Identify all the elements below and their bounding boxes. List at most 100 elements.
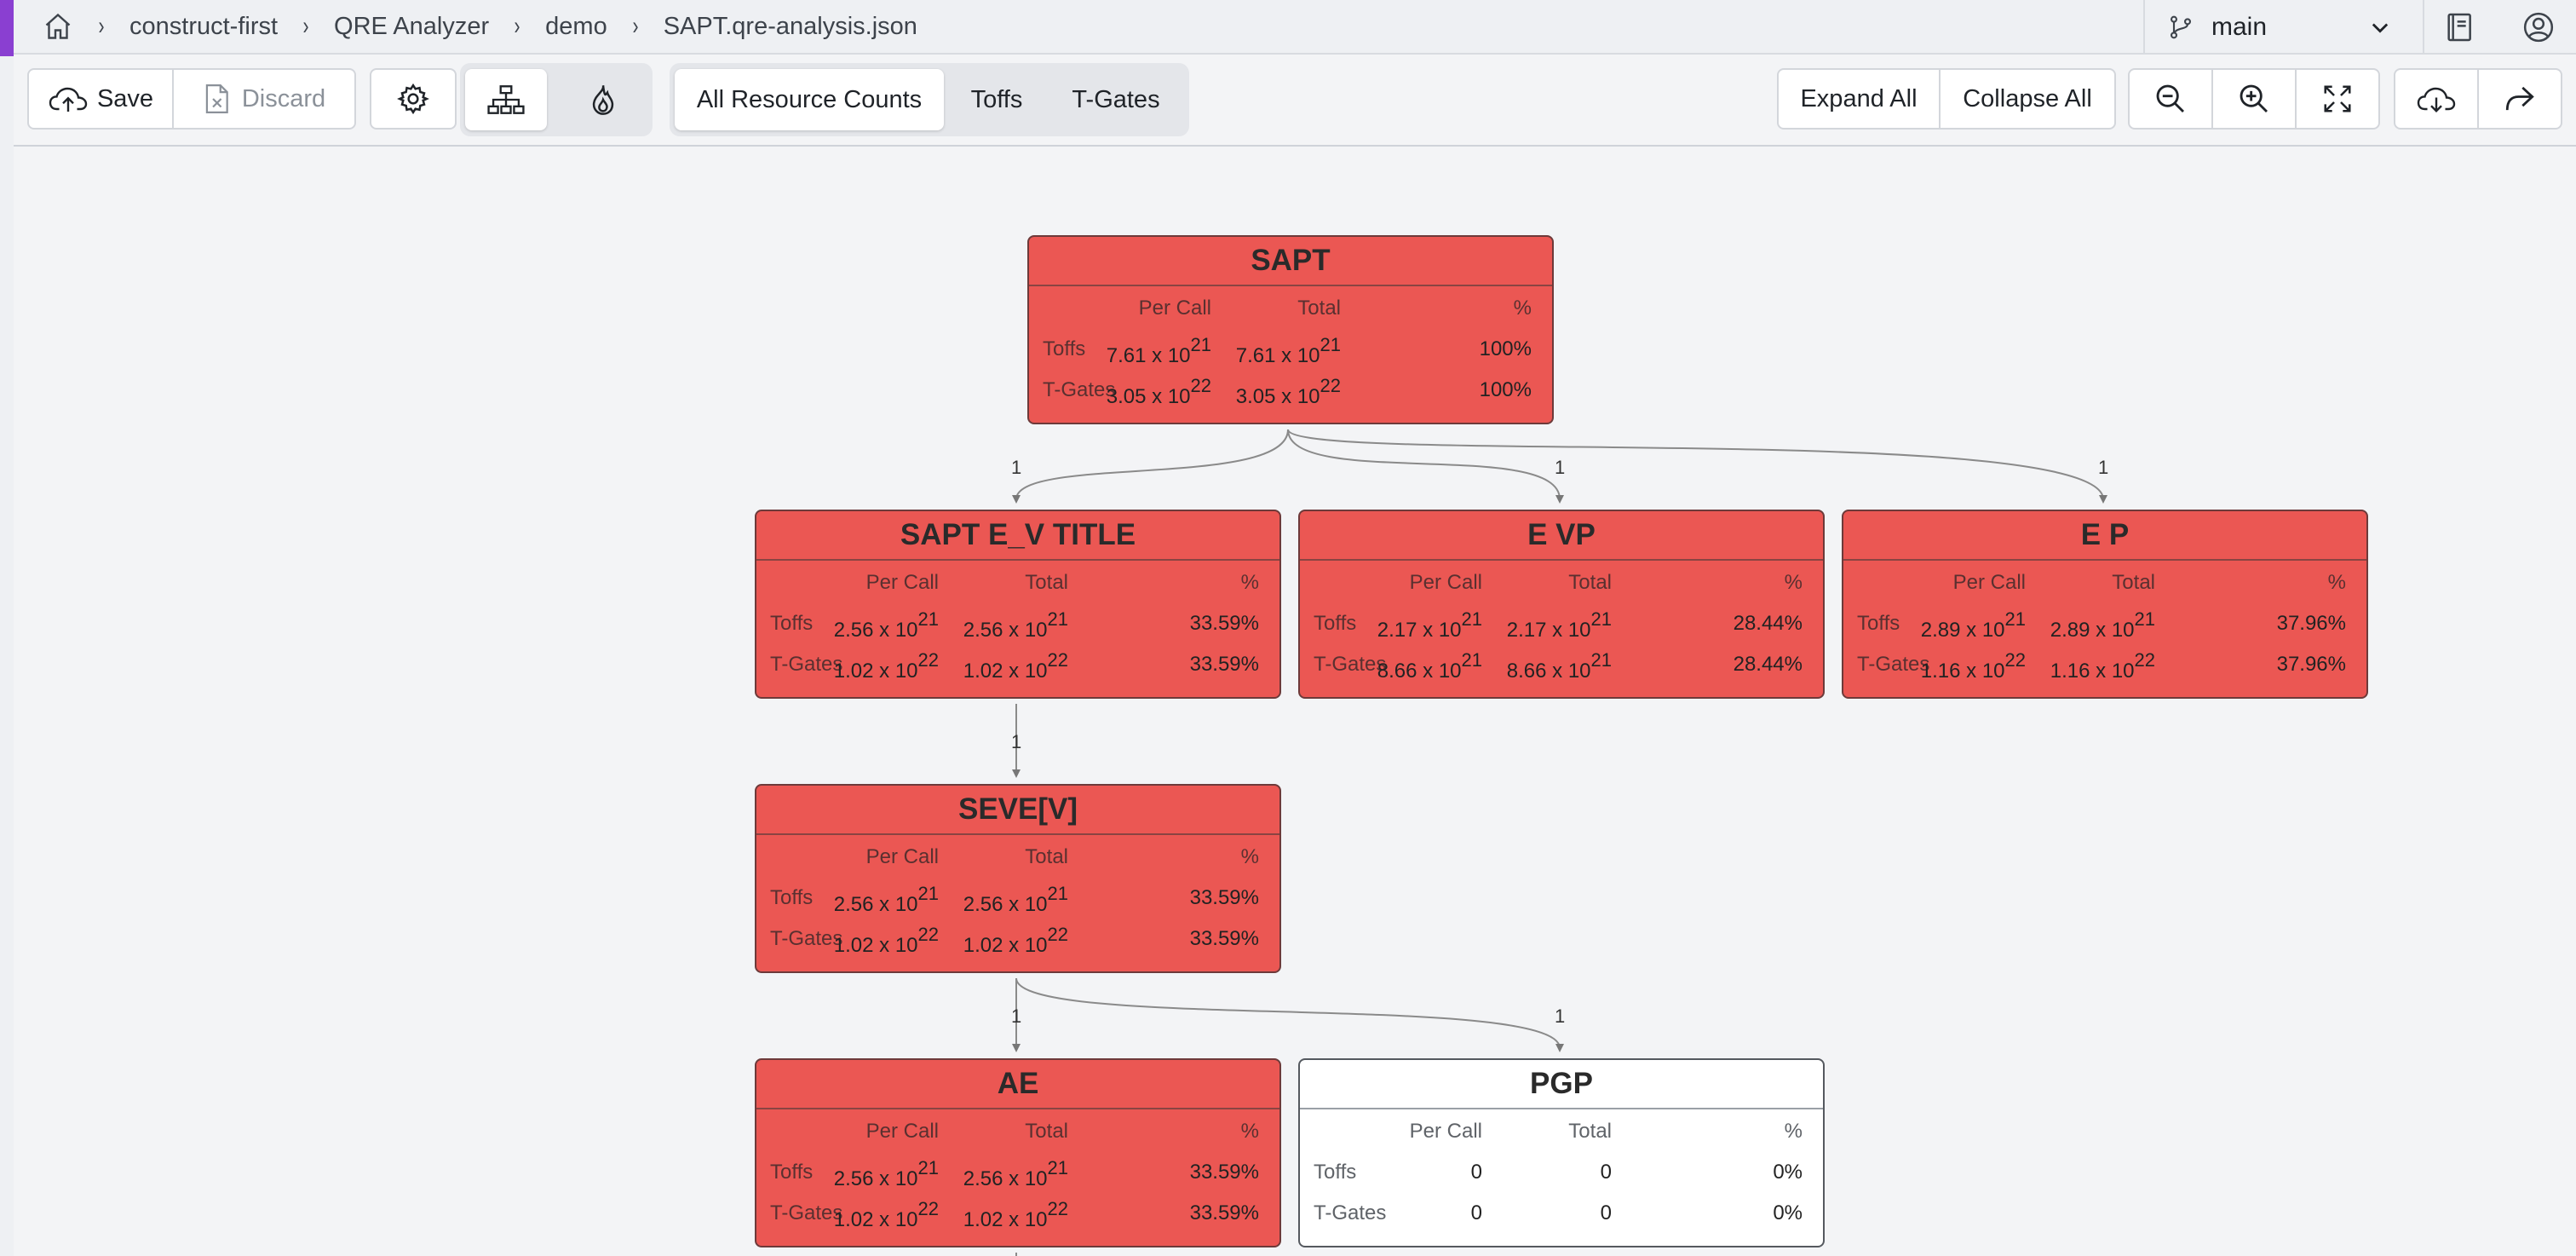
breadcrumb-item-workspace[interactable]: construct-first	[129, 13, 278, 41]
row-label-t-gates: T-Gates	[770, 653, 843, 676]
toffs-percent: 28.44%	[1733, 612, 1803, 635]
expand-all-button[interactable]: Expand All	[1779, 70, 1941, 128]
col-header-per-call: Per Call	[1952, 571, 2026, 594]
view-mode-group	[460, 63, 653, 136]
settings-button[interactable]	[371, 70, 455, 128]
tgates-per-call: 0	[1470, 1201, 1482, 1224]
toffs-per-call: 0	[1470, 1161, 1482, 1184]
zoom-group	[2128, 68, 2380, 130]
col-header-total: Total	[1297, 297, 1341, 320]
breadcrumb-separator: ›	[514, 12, 520, 40]
toffs-percent: 33.59%	[1189, 1161, 1259, 1184]
toffs-total: 0	[1600, 1161, 1612, 1184]
filter-t-gates[interactable]: T-Gates	[1049, 69, 1182, 130]
toffs-total: 2.56 x 1021	[963, 1157, 1068, 1190]
edge-seve-to-pgp	[1015, 977, 1564, 1052]
window-accent-bar	[0, 0, 14, 1256]
graph-node-e-p[interactable]: E P Per Call Total% Toffs 2.89 x 1021 2.89 …	[1842, 510, 2368, 707]
edge-label: 1	[1011, 1005, 1022, 1027]
breadcrumb-item-app[interactable]: QRE Analyzer	[334, 13, 489, 41]
book-icon[interactable]	[2443, 10, 2477, 44]
discard-button-label: Discard	[241, 84, 326, 112]
tgates-total: 8.66 x 1021	[1506, 649, 1612, 683]
row-label-toffs: Toffs	[1314, 1161, 1357, 1184]
home-icon[interactable]	[43, 11, 73, 42]
node-title: SAPT E_V TITLE	[756, 511, 1279, 561]
node-title: AE	[756, 1060, 1279, 1109]
row-label-t-gates: T-Gates	[1043, 378, 1116, 401]
tgates-total: 0	[1600, 1201, 1612, 1224]
breadcrumb-item-file[interactable]: SAPT.qre-analysis.json	[664, 13, 917, 41]
filter-toffs[interactable]: Toffs	[944, 69, 1049, 130]
tgates-percent: 28.44%	[1733, 653, 1803, 676]
discard-button[interactable]: Discard	[174, 70, 354, 128]
tgates-total: 1.16 x 1022	[2050, 649, 2155, 683]
node-title: SEVE[V]	[756, 786, 1279, 835]
share-button[interactable]	[2479, 70, 2561, 128]
flame-view-button[interactable]	[562, 69, 644, 130]
toffs-percent: 0%	[1773, 1161, 1803, 1184]
node-title: SAPT	[1029, 237, 1552, 286]
col-header-percent: %	[1513, 297, 1532, 320]
discard-file-icon	[205, 84, 228, 113]
toffs-percent: 37.96%	[2276, 612, 2346, 635]
call-graph-canvas[interactable]: 1 1 1 1 1 1 SAPT Per Call Total% Toffs 7.6…	[14, 148, 2576, 1256]
row-label-toffs: Toffs	[1857, 612, 1900, 635]
export-share-group	[2394, 68, 2562, 130]
tgates-percent: 33.59%	[1189, 927, 1259, 950]
toffs-per-call: 2.89 x 1021	[1920, 608, 2026, 642]
col-header-percent: %	[1240, 845, 1259, 868]
col-header-percent: %	[1240, 571, 1259, 594]
tgates-per-call: 3.05 x 1022	[1106, 375, 1211, 408]
toffs-percent: 33.59%	[1189, 612, 1259, 635]
toffs-per-call: 2.17 x 1021	[1377, 608, 1482, 642]
filter-all-resource-counts[interactable]: All Resource Counts	[675, 69, 944, 130]
col-header-per-call: Per Call	[1409, 571, 1482, 594]
node-title: PGP	[1300, 1060, 1823, 1109]
tgates-per-call: 1.02 x 1022	[833, 649, 939, 683]
col-header-total: Total	[1025, 845, 1068, 868]
col-header-total: Total	[1568, 1120, 1612, 1143]
save-button-label: Save	[96, 84, 154, 112]
graph-node-pgp[interactable]: PGP Per Call Total% Toffs 0 0 0% T-Gates 0 0 0%	[1298, 1058, 1825, 1247]
top-bar: › construct-first › QRE Analyzer › demo …	[14, 0, 2576, 55]
edge-label: 1	[1555, 457, 1566, 478]
tgates-percent: 0%	[1773, 1201, 1803, 1224]
collapse-all-button[interactable]: Collapse All	[1941, 70, 2114, 128]
breadcrumb-separator: ›	[632, 12, 639, 40]
graph-node-sapt-ev-title[interactable]: SAPT E_V TITLE Per Call Total% Toffs 2.56 …	[755, 510, 1281, 699]
zoom-in-button[interactable]	[2213, 70, 2297, 128]
toffs-per-call: 2.56 x 1021	[833, 608, 939, 642]
col-header-total: Total	[1025, 571, 1068, 594]
save-button[interactable]: Save	[29, 70, 174, 128]
branch-selector[interactable]: main	[2143, 0, 2424, 55]
tree-view-button[interactable]	[465, 69, 547, 130]
toffs-per-call: 2.56 x 1021	[833, 883, 939, 916]
tgates-percent: 37.96%	[2276, 653, 2346, 676]
fit-view-button[interactable]	[2297, 70, 2378, 128]
user-account-icon[interactable]	[2521, 10, 2556, 44]
toffs-per-call: 2.56 x 1021	[833, 1157, 939, 1190]
tgates-total: 1.02 x 1022	[963, 924, 1068, 957]
row-label-t-gates: T-Gates	[1857, 653, 1930, 676]
toffs-per-call: 7.61 x 1021	[1106, 334, 1211, 367]
download-button[interactable]	[2395, 70, 2479, 128]
node-title: E P	[1843, 511, 2366, 561]
zoom-out-icon	[2156, 84, 2185, 113]
graph-node-ae[interactable]: AE Per Call Total% Toffs 2.56 x 1021 2.56 x…	[755, 1058, 1281, 1247]
col-header-per-call: Per Call	[865, 1120, 939, 1143]
flame-icon	[592, 85, 614, 115]
toffs-percent: 100%	[1479, 337, 1532, 360]
tgates-percent: 100%	[1479, 378, 1532, 401]
edge-label: 1	[1011, 731, 1022, 752]
col-header-total: Total	[1025, 1120, 1068, 1143]
graph-node-seve-v[interactable]: SEVE[V] Per Call Total% Toffs 2.56 x 1021 2…	[755, 784, 1281, 973]
tgates-per-call: 1.02 x 1022	[833, 924, 939, 957]
hierarchy-icon	[487, 85, 525, 114]
graph-node-sapt[interactable]: SAPT Per Call Total% Toffs 7.61 x 1021 7.61…	[1027, 235, 1554, 424]
row-label-t-gates: T-Gates	[1314, 653, 1387, 676]
tgates-total: 1.02 x 1022	[963, 649, 1068, 683]
zoom-out-button[interactable]	[2130, 70, 2213, 128]
graph-node-e-vp[interactable]: E VP Per Call Total% Toffs 2.17 x 1021 2.17…	[1298, 510, 1825, 707]
breadcrumb-item-folder[interactable]: demo	[545, 13, 607, 41]
